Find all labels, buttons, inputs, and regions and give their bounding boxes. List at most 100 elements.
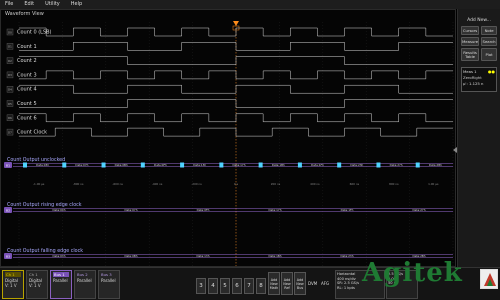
bus-value: Data:17h bbox=[233, 163, 246, 167]
channel-trace bbox=[19, 113, 453, 123]
channel-row-2: D2 Count 2 bbox=[6, 56, 453, 65]
waveform-view[interactable]: Waveform View D0 Count 0 (LSB) D1 Count 1 D2… bbox=[0, 9, 457, 268]
bus-value: Data:03h bbox=[36, 163, 49, 167]
bus-value: Data:1Bh bbox=[268, 254, 281, 258]
measure-button[interactable]: Measure bbox=[461, 37, 480, 46]
menu-bar: File Edit Utility Help bbox=[0, 0, 500, 9]
cursors-button[interactable]: Cursors bbox=[461, 26, 480, 35]
add-new-math-button[interactable]: Add New Math bbox=[268, 272, 280, 295]
bus-value: Data:1Fh bbox=[341, 208, 354, 212]
dvm-button[interactable]: DVM bbox=[308, 281, 317, 286]
channel-row-3: D3 Count 3 bbox=[6, 70, 453, 80]
bus3-title: Bus 3 bbox=[101, 272, 112, 277]
bus2-badge[interactable]: Bus 2 Parallel bbox=[74, 270, 96, 299]
channel-label: Count 2 bbox=[17, 58, 37, 64]
bus-edge-marker bbox=[140, 162, 145, 168]
bus2-type: Parallel bbox=[77, 278, 92, 283]
bus-value: Data:07h bbox=[75, 163, 88, 167]
channel-label: Count 1 bbox=[17, 44, 37, 50]
bus-edge-marker bbox=[258, 162, 263, 168]
bus-value: Data:1Bh bbox=[272, 163, 285, 167]
measurement-badge[interactable]: Meas 1 ●● ZeroRight μ': 1.125 n bbox=[461, 67, 497, 92]
channel-trace bbox=[19, 70, 453, 80]
bus1-title: Bus 1 bbox=[53, 272, 69, 277]
channel-trace bbox=[19, 84, 453, 94]
bus-value: Data:27h bbox=[390, 163, 403, 167]
channel-row-7: D7 Count Clock bbox=[6, 127, 453, 137]
channel-tag: D0 bbox=[8, 30, 12, 34]
bus3-type: Parallel bbox=[101, 278, 116, 283]
side-panel: Add New... Cursors Note Measure Search R… bbox=[457, 9, 500, 267]
bus-value: Data:00h bbox=[53, 208, 66, 212]
meas-title: Meas 1 bbox=[463, 69, 477, 74]
time-tick-label: -800 ns bbox=[73, 182, 84, 186]
bus-label: Count Output unclocked bbox=[7, 157, 65, 163]
bus1-badge[interactable]: Bus 1 Parallel bbox=[50, 270, 72, 299]
bus-b1: Count Output unclockedB1 Data:03h Data:07h… bbox=[4, 157, 453, 168]
ch1-line2: V: 1 V bbox=[5, 283, 17, 288]
channel-tag: D1 bbox=[8, 45, 12, 49]
bus-value: Data:0Fh bbox=[197, 208, 210, 212]
channel-tag: D3 bbox=[8, 73, 12, 77]
channel-7-button[interactable]: 7 bbox=[244, 278, 254, 294]
menu-edit[interactable]: Edit bbox=[24, 0, 34, 9]
bus-b2: Count Output rising edge clockB2 Data:00h… bbox=[4, 202, 453, 213]
bus-label: Count Output rising edge clock bbox=[7, 202, 82, 208]
channel-row-4: D4 Count 4 bbox=[6, 84, 453, 94]
add-new-bus-button[interactable]: Add New Bus bbox=[294, 272, 306, 295]
time-tick-label: 1.00 μs bbox=[428, 182, 439, 186]
note-button[interactable]: Note bbox=[481, 26, 497, 35]
menu-help[interactable]: Help bbox=[71, 0, 82, 9]
channel-label: Count 4 bbox=[17, 87, 37, 93]
bus-value: Data:0Bh bbox=[124, 254, 137, 258]
waveform-canvas[interactable]: D0 Count 0 (LSB) D1 Count 1 D2 Count 2 D3 Count… bbox=[1, 10, 457, 268]
add-new-buttons: Cursors Note Measure Search Results Tabl… bbox=[458, 23, 500, 61]
bus-value: Data:23h bbox=[350, 163, 363, 167]
meas-status-dots: ●● bbox=[488, 69, 495, 74]
channel-tag: D7 bbox=[8, 130, 12, 134]
add-new-ref-button[interactable]: Add New Ref bbox=[281, 272, 293, 295]
channel-tag: D2 bbox=[8, 59, 12, 63]
time-tick-label: 800 ns bbox=[389, 182, 399, 186]
channel-3-button[interactable]: 3 bbox=[196, 278, 206, 294]
bus-edge-marker bbox=[415, 162, 420, 168]
channel-trace bbox=[19, 99, 453, 108]
bus-tag: B2 bbox=[6, 208, 10, 212]
channel-label: Count 3 bbox=[17, 72, 37, 78]
ch1-badge[interactable]: Ch 1 Digital V: 1 V bbox=[2, 270, 24, 299]
bus-value: Data:13h bbox=[193, 163, 206, 167]
bus2-title: Bus 2 bbox=[77, 272, 88, 277]
bus-tag: B3 bbox=[6, 254, 10, 258]
menu-utility[interactable]: Utility bbox=[45, 0, 60, 9]
bus-value: Data:1Fh bbox=[311, 163, 324, 167]
channel-trace bbox=[19, 56, 453, 65]
oscilloscope-app: File Edit Utility Help Waveform View D0 C… bbox=[0, 0, 500, 300]
menu-file[interactable]: File bbox=[5, 0, 13, 9]
channel-tag: D6 bbox=[8, 116, 12, 120]
meas-value: μ': 1.125 n bbox=[463, 81, 484, 86]
bus-value: Data:13h bbox=[197, 254, 210, 258]
time-tick-label: 400 ns bbox=[310, 182, 320, 186]
bus-edge-marker bbox=[62, 162, 67, 168]
results-table-button[interactable]: Results Table bbox=[461, 48, 480, 61]
channel-row-5: D5 Count 5 bbox=[6, 99, 453, 108]
ch1-title: Ch 1 bbox=[5, 272, 21, 277]
channel-4-button[interactable]: 4 bbox=[208, 278, 218, 294]
bus-value: Data:07h bbox=[125, 208, 138, 212]
bus-edge-marker bbox=[219, 162, 224, 168]
channel-6-button[interactable]: 6 bbox=[232, 278, 242, 294]
channel-5-button[interactable]: 5 bbox=[220, 278, 230, 294]
time-tick-label: 0 s bbox=[234, 182, 239, 186]
channel-trace bbox=[19, 127, 453, 137]
search-button[interactable]: Search bbox=[481, 37, 497, 46]
bus-edge-marker bbox=[297, 162, 302, 168]
bus3-badge[interactable]: Bus 3 Parallel bbox=[98, 270, 120, 299]
channel-trace bbox=[19, 27, 453, 37]
channel-tag: D5 bbox=[8, 102, 12, 106]
plot-button[interactable]: Plot bbox=[481, 48, 497, 61]
channel-8-button[interactable]: 8 bbox=[256, 278, 266, 294]
time-tick-label: 600 ns bbox=[350, 182, 360, 186]
channel-row-0: D0 Count 0 (LSB) bbox=[6, 27, 453, 37]
afg-button[interactable]: AFG bbox=[321, 281, 329, 286]
ch1-digital-badge[interactable]: Ch 1 Digital V: 1 V bbox=[26, 270, 48, 299]
